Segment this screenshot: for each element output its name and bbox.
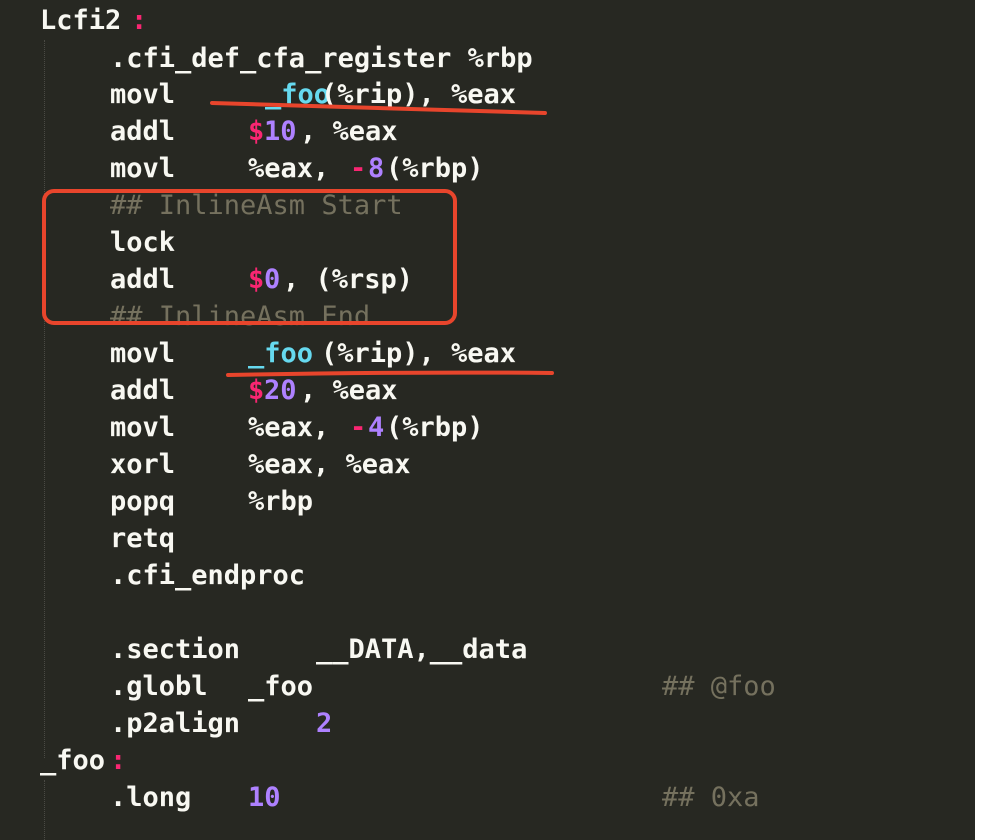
code-token: : <box>131 5 148 36</box>
code-token: movl <box>110 79 176 110</box>
code-token: 2 <box>316 708 333 739</box>
code-token: movl <box>110 338 176 369</box>
indent-guide <box>44 40 45 758</box>
code-token: Lcfi2 <box>40 5 122 36</box>
code-token: 10 <box>264 116 297 147</box>
indent-guide <box>44 780 45 840</box>
code-token: addl <box>110 264 176 295</box>
code-token: retq <box>110 523 176 554</box>
code-token: $ <box>248 375 265 406</box>
code-token: - <box>350 153 367 184</box>
code-token: .cfi_endproc <box>110 560 306 591</box>
code-token: 4 <box>368 412 385 443</box>
code-token: _foo <box>248 671 314 702</box>
code-token: , %eax <box>300 375 398 406</box>
code-comment: ## 0xa <box>662 782 760 813</box>
code-token: lock <box>110 227 176 258</box>
code-token: popq <box>110 486 176 517</box>
code-token: _foo <box>40 745 106 776</box>
code-token: %eax, <box>248 412 346 443</box>
code-token: .globl <box>110 671 208 702</box>
code-token: 20 <box>264 375 297 406</box>
code-token: (%rbp) <box>386 412 484 443</box>
code-comment: ## InlineAsm End <box>110 301 371 332</box>
code-token: - <box>350 412 367 443</box>
code-token: (%rbp) <box>386 153 484 184</box>
code-token: : <box>110 745 127 776</box>
code-token: 8 <box>368 153 385 184</box>
code-token: addl <box>110 116 176 147</box>
code-token: addl <box>110 375 176 406</box>
code-token: .cfi_def_cfa_register %rbp <box>110 43 533 74</box>
code-token: , %eax <box>300 116 398 147</box>
code-token: $ <box>248 116 265 147</box>
code-token: 10 <box>248 782 281 813</box>
code-comment: ## @foo <box>662 671 776 702</box>
code-token: __DATA,__data <box>316 634 528 665</box>
code-token: xorl <box>110 449 176 480</box>
code-token: movl <box>110 412 176 443</box>
code-comment: ## InlineAsm Start <box>110 190 403 221</box>
code-token: .p2align <box>110 708 241 739</box>
code-token: .long <box>110 782 192 813</box>
code-token: %eax, <box>248 153 346 184</box>
code-token: movl <box>110 153 176 184</box>
code-token: %rbp <box>248 486 314 517</box>
code-token: (%rip), %eax <box>321 338 517 369</box>
code-token: %eax, %eax <box>248 449 411 480</box>
code-editor[interactable]: Lcfi2: .cfi_def_cfa_register %rbp movl _foo… <box>0 0 975 840</box>
code-token: .section <box>110 634 241 665</box>
code-token: _foo <box>248 338 314 369</box>
code-token: $ <box>248 264 265 295</box>
code-token: , (%rsp) <box>283 264 414 295</box>
code-token: (%rip), %eax <box>321 79 517 110</box>
code-token: 0 <box>264 264 281 295</box>
